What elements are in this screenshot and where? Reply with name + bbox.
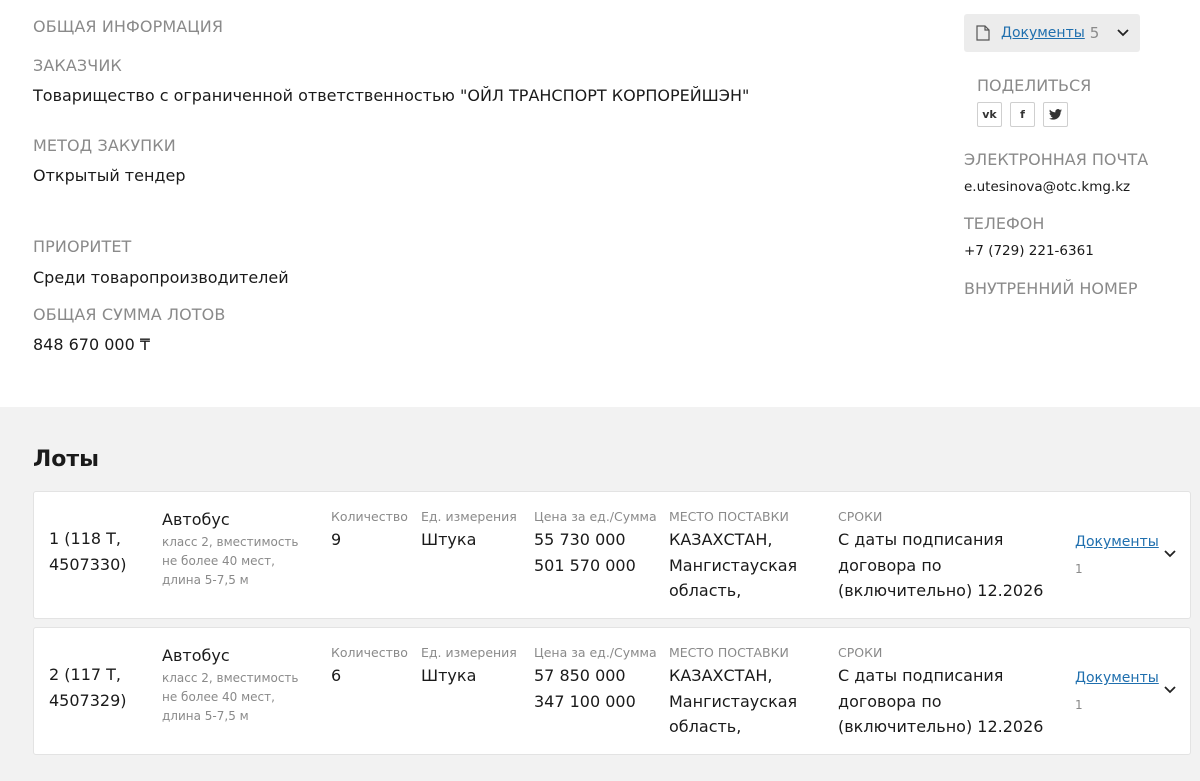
twitter-share-button[interactable] [1043,102,1068,127]
facebook-icon: f [1020,108,1025,121]
chevron-down-icon[interactable] [1116,26,1130,40]
lot-description: класс 2, вместимость не более 40 мест, д… [162,535,299,587]
lot-description: класс 2, вместимость не более 40 мест, д… [162,671,299,723]
total-label: ОБЩАЯ СУММА ЛОТОВ [33,305,226,324]
lot-name: Автобус [162,646,230,665]
chevron-down-icon[interactable] [1163,548,1177,560]
facebook-share-button[interactable]: f [1010,102,1035,127]
email-label: ЭЛЕКТРОННАЯ ПОЧТА [964,150,1149,169]
method-label: МЕТОД ЗАКУПКИ [33,136,176,155]
price-label: Цена за ед./Сумма [534,645,657,660]
document-icon [976,25,990,41]
lot-documents-count: 1 [1075,698,1083,712]
internal-number-label: ВНУТРЕННИЙ НОМЕР [964,279,1138,298]
total-sum: 347 100 000 [534,691,636,711]
quantity-label: Количество [331,509,408,524]
twitter-icon [1049,109,1062,120]
quantity-value: 9 [331,530,342,549]
lot-documents-count: 1 [1075,562,1083,576]
price-label: Цена за ед./Сумма [534,509,657,524]
vk-share-button[interactable]: vk [977,102,1002,127]
price-values: 57 850 000 347 100 000 [534,663,636,714]
priority-value: Среди товаропроизводителей [33,268,289,287]
unit-price: 55 730 000 [534,530,626,549]
customer-label: ЗАКАЗЧИК [33,56,122,75]
total-sum: 501 570 000 [534,555,636,575]
terms-label: СРОКИ [838,509,883,524]
share-title: ПОДЕЛИТЬСЯ [977,76,1092,95]
customer-value: Товарищество с ограниченной ответственно… [33,86,750,105]
chevron-down-icon[interactable] [1163,684,1177,696]
phone-label: ТЕЛЕФОН [964,214,1045,233]
terms-value: С даты подписания договора по (включител… [838,530,1044,600]
lots-title: Лоты [33,447,100,472]
general-info-section: ОБЩАЯ ИНФОРМАЦИЯ ЗАКАЗЧИК Товарищество с… [0,0,1200,407]
lot-number: 2 (117 Т, 4507329) [49,665,127,710]
quantity-value: 6 [331,666,342,685]
quantity-label: Количество [331,645,408,660]
place-label: МЕСТО ПОСТАВКИ [669,645,789,660]
unit-label: Ед. измерения [421,509,517,524]
vk-icon: vk [982,108,997,121]
total-value: 848 670 000 ₸ [33,335,151,354]
documents-link[interactable]: Документы [1001,25,1085,41]
unit-value: Штука [421,530,477,549]
lot-documents-link[interactable]: Документы [1075,534,1159,550]
email-value[interactable]: e.utesinova@otc.kmg.kz [964,179,1130,195]
priority-label: ПРИОРИТЕТ [33,237,132,256]
unit-label: Ед. измерения [421,645,517,660]
method-value: Открытый тендер [33,166,186,185]
section-title: ОБЩАЯ ИНФОРМАЦИЯ [33,17,224,36]
lot-documents-link[interactable]: Документы [1075,670,1159,686]
terms-label: СРОКИ [838,645,883,660]
documents-count: 5 [1089,24,1100,42]
terms-value: С даты подписания договора по (включител… [838,666,1044,736]
documents-button[interactable]: Документы 5 [964,14,1140,52]
lots-section: Лоты 1 (118 Т, 4507330) Автобус класс 2,… [0,407,1200,781]
price-values: 55 730 000 501 570 000 [534,527,636,578]
lot-card: 1 (118 Т, 4507330) Автобус класс 2, вмес… [33,491,1191,619]
lot-name: Автобус [162,510,230,529]
lot-card: 2 (117 Т, 4507329) Автобус класс 2, вмес… [33,627,1191,755]
place-label: МЕСТО ПОСТАВКИ [669,509,789,524]
lot-number: 1 (118 Т, 4507330) [49,529,127,574]
social-buttons: vk f [977,102,1068,127]
unit-value: Штука [421,666,477,685]
unit-price: 57 850 000 [534,666,626,685]
place-value: КАЗАХСТАН, Мангистауская область, [669,666,798,736]
phone-value: +7 (729) 221-6361 [964,243,1094,259]
place-value: КАЗАХСТАН, Мангистауская область, [669,530,798,600]
